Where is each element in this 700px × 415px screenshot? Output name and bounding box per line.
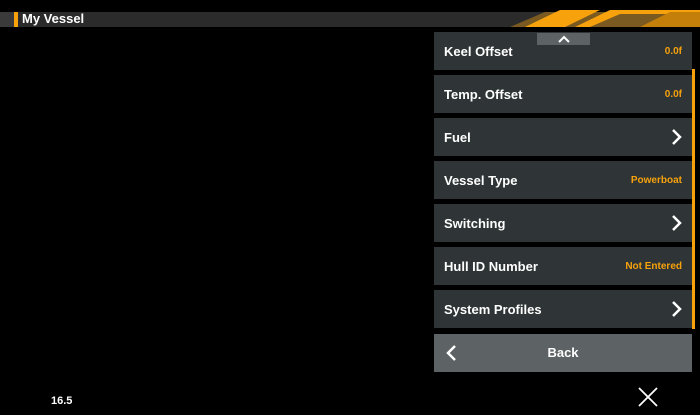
menu-item-switching[interactable]: Switching bbox=[434, 204, 692, 242]
menu-item-label: Switching bbox=[444, 215, 506, 231]
chevron-right-icon bbox=[672, 301, 682, 317]
back-button[interactable]: Back bbox=[434, 334, 692, 372]
keel-offset-value: 0.0f bbox=[664, 46, 682, 57]
menu-item-label: Fuel bbox=[444, 129, 471, 145]
menu-item-label: Temp. Offset bbox=[444, 86, 523, 102]
menu-item-fuel[interactable]: Fuel bbox=[434, 118, 692, 156]
menu-item-hull-id-number[interactable]: Hull ID Number Not Entered bbox=[434, 247, 692, 285]
temp-offset-value: 0.0f bbox=[664, 89, 682, 100]
menu-item-label: Hull ID Number bbox=[444, 258, 538, 274]
back-button-label: Back bbox=[547, 345, 579, 360]
menu-item-system-profiles[interactable]: System Profiles bbox=[434, 290, 692, 328]
menu-item-vessel-type[interactable]: Vessel Type Powerboat bbox=[434, 161, 692, 199]
status-readout: 16.5 bbox=[51, 395, 73, 407]
chevron-right-icon bbox=[672, 215, 682, 231]
vessel-type-value: Powerboat bbox=[630, 175, 682, 186]
chevron-right-icon bbox=[672, 129, 682, 145]
close-icon[interactable] bbox=[637, 386, 659, 408]
menu-item-label: System Profiles bbox=[444, 301, 542, 317]
hull-id-value: Not Entered bbox=[625, 261, 682, 272]
scroll-up-button[interactable] bbox=[537, 33, 590, 45]
scrollbar[interactable] bbox=[692, 69, 695, 329]
menu-item-label: Keel Offset bbox=[444, 43, 513, 59]
menu-item-temp-offset[interactable]: Temp. Offset 0.0f bbox=[434, 75, 692, 113]
title-bar-graphic bbox=[0, 10, 700, 27]
title-accent bbox=[14, 12, 18, 27]
chevron-up-icon bbox=[558, 35, 570, 43]
title-bar: My Vessel bbox=[0, 0, 700, 27]
menu-item-label: Vessel Type bbox=[444, 172, 518, 188]
window-title: My Vessel bbox=[22, 11, 85, 26]
